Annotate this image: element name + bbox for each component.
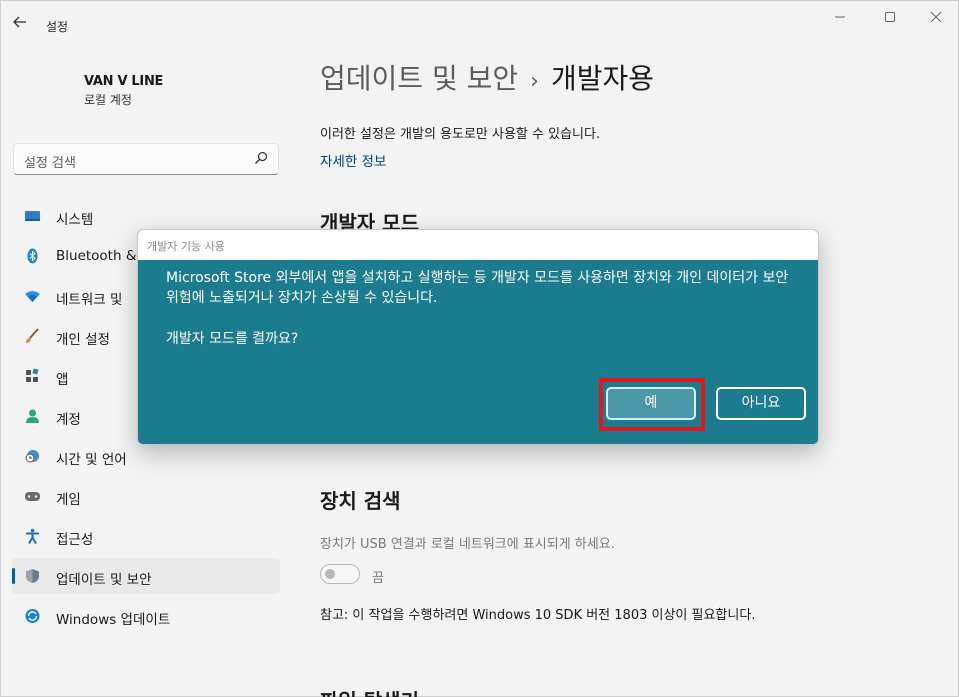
system-icon [25,211,40,221]
sidebar-item-label: 게임 [56,492,81,508]
device-discovery-toggle[interactable] [320,564,360,584]
maximize-button[interactable] [875,9,905,29]
breadcrumb-current: 개발자용 [550,62,654,95]
minimize-button[interactable] [825,9,855,29]
settings-window: 설정 VAN V LINE 로컬 계정 설정 검색 시스템 Bluetooth … [0,0,959,697]
dialog-title: 개발자 기능 사용 [147,240,225,253]
sidebar-item-windows-update[interactable]: Windows 업데이트 [12,598,280,634]
title-bar: 설정 [1,1,959,49]
page-title: 업데이트 및 보안 › 개발자용 [320,57,654,97]
sidebar-item-label: 개인 설정 [56,332,110,348]
breadcrumb-separator-icon: › [530,69,539,94]
sdk-note: 참고: 이 작업을 수행하려면 Windows 10 SDK 버전 1803 이… [320,608,756,623]
back-arrow-icon[interactable] [9,13,31,35]
dialog-question: 개발자 모드를 켤까요? [166,331,299,347]
sidebar-item-update-security[interactable]: 업데이트 및 보안 [12,558,280,594]
sidebar-item-label: Bluetooth & [56,248,137,264]
personalization-icon [26,328,39,343]
profile-name: VAN V LINE [84,74,164,89]
search-input[interactable]: 설정 검색 [13,143,279,175]
active-indicator [12,568,15,584]
sidebar-item-label: 접근성 [56,532,94,548]
accounts-icon [26,409,39,423]
sidebar-item-accessibility[interactable]: 접근성 [12,518,280,554]
file-explorer-heading: 파일 탐색기 [320,685,419,697]
toggle-knob [325,569,335,579]
no-button[interactable]: 아니요 [716,387,806,420]
sidebar-item-label: 계정 [56,412,81,428]
dialog-title-bar: 개발자 기능 사용 [138,230,818,260]
developer-mode-dialog: 개발자 기능 사용 Microsoft Store 외부에서 앱을 설치하고 실… [137,229,819,445]
gaming-icon [25,492,40,501]
sidebar-item-label: 앱 [56,372,69,388]
device-discovery-description: 장치가 USB 연결과 로컬 네트워크에 표시되게 하세요. [320,537,615,552]
device-discovery-heading: 장치 검색 [320,489,401,513]
search-placeholder: 설정 검색 [24,156,76,171]
profile-account-type: 로컬 계정 [84,93,132,107]
search-icon [255,151,268,164]
sidebar-item-label: 시스템 [56,212,94,228]
more-info-link[interactable]: 자세한 정보 [320,150,386,170]
dialog-message: Microsoft Store 외부에서 앱을 설치하고 실행하는 등 개발자 … [166,270,789,306]
sidebar-item-gaming[interactable]: 게임 [12,478,280,514]
network-icon [25,291,40,302]
toggle-state-label: 끔 [372,571,384,586]
breadcrumb-parent[interactable]: 업데이트 및 보안 [320,62,518,95]
accessibility-icon [26,528,39,544]
sidebar-item-label: 시간 및 언어 [56,452,127,468]
app-title: 설정 [46,20,69,34]
windows-update-icon [25,609,40,623]
apps-icon [26,368,39,382]
yes-button[interactable]: 예 [606,387,696,420]
shield-icon [26,569,39,583]
sidebar-item-label: Windows 업데이트 [56,612,171,628]
sidebar-item-label: 네트워크 및 [56,292,123,308]
time-language-icon [25,450,39,463]
close-button[interactable] [921,9,951,29]
sidebar-item-label: 업데이트 및 보안 [56,572,152,588]
intro-text: 이러한 설정은 개발의 용도로만 사용할 수 있습니다. [320,127,601,142]
bluetooth-icon [27,248,38,264]
